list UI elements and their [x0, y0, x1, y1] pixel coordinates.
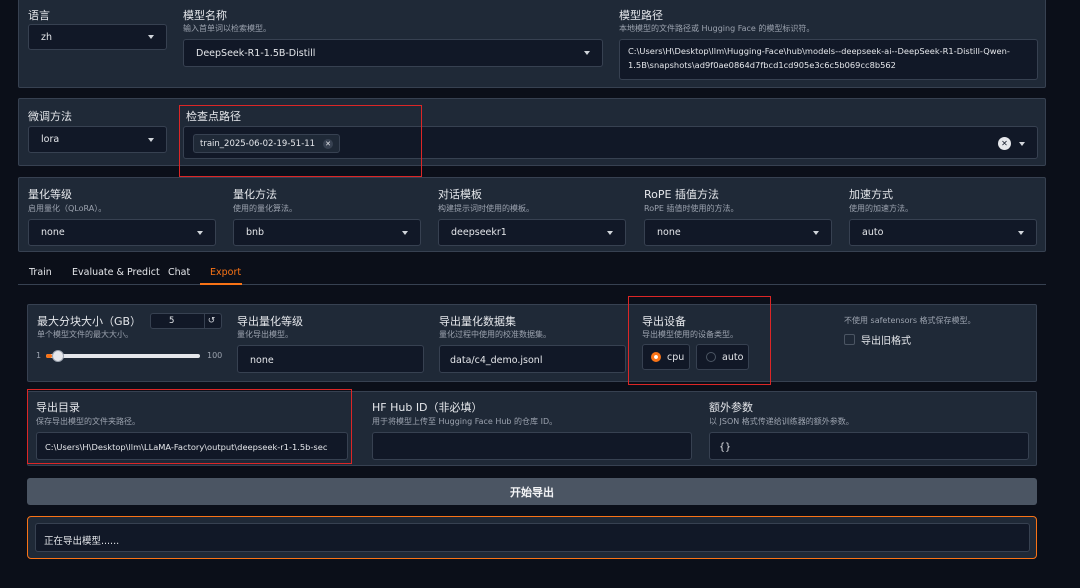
finetune-method-value: lora — [41, 134, 60, 145]
finetune-method-dropdown[interactable]: lora — [28, 126, 167, 153]
export-dir-highlight — [27, 389, 352, 464]
rope-dropdown[interactable]: none — [644, 219, 832, 246]
accel-value: auto — [862, 227, 884, 238]
shard-size-value: 5 — [169, 316, 175, 326]
shard-size-slider[interactable] — [46, 350, 200, 362]
model-path-input[interactable]: C:\Users\H\Desktop\llm\Hugging-Face\hub\… — [619, 39, 1038, 80]
chevron-down-icon — [148, 137, 154, 142]
tab-export-underline — [200, 283, 242, 285]
quant-method-hint: 使用的量化算法。 — [233, 204, 297, 213]
extra-args-value: {} — [719, 442, 732, 453]
model-path-label: 模型路径 — [619, 9, 663, 22]
checkbox-icon[interactable] — [844, 334, 855, 345]
tab-export[interactable]: Export — [210, 267, 241, 278]
status-panel: 正在导出模型...... — [27, 516, 1037, 559]
accel-dropdown[interactable]: auto — [849, 219, 1037, 246]
model-path-line-2: 1.5B\snapshots\ad9f0ae0864d7fbcd1cd905e3… — [628, 60, 896, 70]
model-name-hint: 输入首单词以检索模型。 — [183, 24, 271, 33]
quant-level-hint: 启用量化（QLoRA）。 — [28, 204, 107, 213]
chevron-down-icon — [813, 230, 819, 235]
extra-args-hint: 以 JSON 格式传递给训练器的额外参数。 — [709, 417, 854, 426]
model-name-label: 模型名称 — [183, 9, 227, 22]
model-name-value: DeepSeek-R1-1.5B-Distill — [196, 47, 316, 59]
slider-handle[interactable] — [52, 350, 65, 362]
model-path-line-1: C:\Users\H\Desktop\llm\Hugging-Face\hub\… — [628, 46, 1010, 56]
quant-method-value: bnb — [246, 227, 265, 238]
export-dataset-input[interactable]: data/c4_demo.jsonl — [439, 345, 626, 373]
chevron-down-icon — [197, 230, 203, 235]
model-panel: 语言 zh 模型名称 输入首单词以检索模型。 DeepSeek-R1-1.5B-… — [18, 0, 1046, 88]
tab-bar-divider — [18, 284, 1046, 285]
export-options-panel: 最大分块大小（GB） 单个模型文件的最大大小。 5 ↺ 1 100 导出量化等级… — [27, 304, 1037, 382]
tab-chat[interactable]: Chat — [168, 267, 190, 278]
export-dataset-hint: 量化过程中使用的校准数据集。 — [439, 330, 551, 339]
start-export-label: 开始导出 — [510, 485, 554, 499]
export-quant-value: none — [250, 355, 274, 366]
legacy-format-checkbox[interactable]: 导出旧格式 — [844, 332, 911, 347]
shard-size-input[interactable]: 5 ↺ — [150, 313, 222, 329]
rope-value: none — [657, 227, 681, 238]
export-quant-hint: 量化导出模型。 — [237, 330, 293, 339]
finetune-panel: 微调方法 lora 检查点路径 train_2025-06-02-19-51-1… — [18, 98, 1046, 166]
chevron-down-icon[interactable] — [1019, 142, 1025, 146]
tab-train[interactable]: Train — [29, 267, 52, 278]
template-label: 对话模板 — [438, 188, 482, 201]
status-text: 正在导出模型...... — [44, 536, 120, 547]
status-output: 正在导出模型...... — [35, 523, 1030, 552]
template-value: deepseekr1 — [451, 227, 507, 238]
device-highlight — [628, 296, 771, 385]
rope-label: RoPE 插值方法 — [644, 188, 719, 201]
chevron-down-icon — [607, 230, 613, 235]
hub-id-label: HF Hub ID（非必填） — [372, 401, 483, 414]
chevron-down-icon — [1018, 230, 1024, 235]
slider-max: 100 — [207, 351, 223, 360]
export-dataset-label: 导出量化数据集 — [439, 315, 516, 328]
shard-size-hint: 单个模型文件的最大大小。 — [37, 330, 133, 339]
shard-size-label: 最大分块大小（GB） — [37, 315, 142, 328]
reset-icon[interactable]: ↺ — [204, 314, 218, 328]
quant-level-value: none — [41, 227, 65, 238]
accel-hint: 使用的加速方法。 — [849, 204, 913, 213]
checkpoint-highlight — [179, 105, 422, 177]
extra-args-input[interactable]: {} — [709, 432, 1029, 460]
language-dropdown[interactable]: zh — [28, 24, 167, 50]
export-quant-input[interactable]: none — [237, 345, 424, 373]
template-hint: 构建提示词时使用的模板。 — [438, 204, 534, 213]
start-export-button[interactable]: 开始导出 — [27, 478, 1037, 505]
legacy-format-label: 导出旧格式 — [861, 336, 911, 347]
chevron-down-icon — [402, 230, 408, 235]
hub-id-hint: 用于将模型上传至 Hugging Face Hub 的仓库 ID。 — [372, 417, 558, 426]
clear-icon[interactable]: ✕ — [998, 137, 1011, 150]
finetune-method-label: 微调方法 — [28, 110, 72, 123]
tab-evaluate[interactable]: Evaluate & Predict — [72, 267, 160, 278]
chevron-down-icon — [148, 35, 154, 39]
template-dropdown[interactable]: deepseekr1 — [438, 219, 626, 246]
export-quant-label: 导出量化等级 — [237, 315, 303, 328]
quant-level-dropdown[interactable]: none — [28, 219, 216, 246]
language-label: 语言 — [28, 9, 50, 22]
quant-panel: 量化等级 启用量化（QLoRA）。 none 量化方法 使用的量化算法。 bnb… — [18, 177, 1046, 252]
quant-level-label: 量化等级 — [28, 188, 72, 201]
chevron-down-icon — [584, 51, 590, 55]
quant-method-dropdown[interactable]: bnb — [233, 219, 421, 246]
model-name-dropdown[interactable]: DeepSeek-R1-1.5B-Distill — [183, 39, 603, 67]
hub-id-input[interactable] — [372, 432, 692, 460]
language-value: zh — [41, 31, 53, 43]
quant-method-label: 量化方法 — [233, 188, 277, 201]
legacy-format-hint: 不使用 safetensors 格式保存模型。 — [844, 316, 976, 325]
accel-label: 加速方式 — [849, 188, 893, 201]
extra-args-label: 额外参数 — [709, 401, 753, 414]
slider-min: 1 — [36, 351, 42, 360]
rope-hint: RoPE 插值时使用的方法。 — [644, 204, 739, 213]
model-path-hint: 本地模型的文件路径或 Hugging Face 的模型标识符。 — [619, 24, 815, 33]
export-dataset-value: data/c4_demo.jsonl — [450, 355, 543, 366]
